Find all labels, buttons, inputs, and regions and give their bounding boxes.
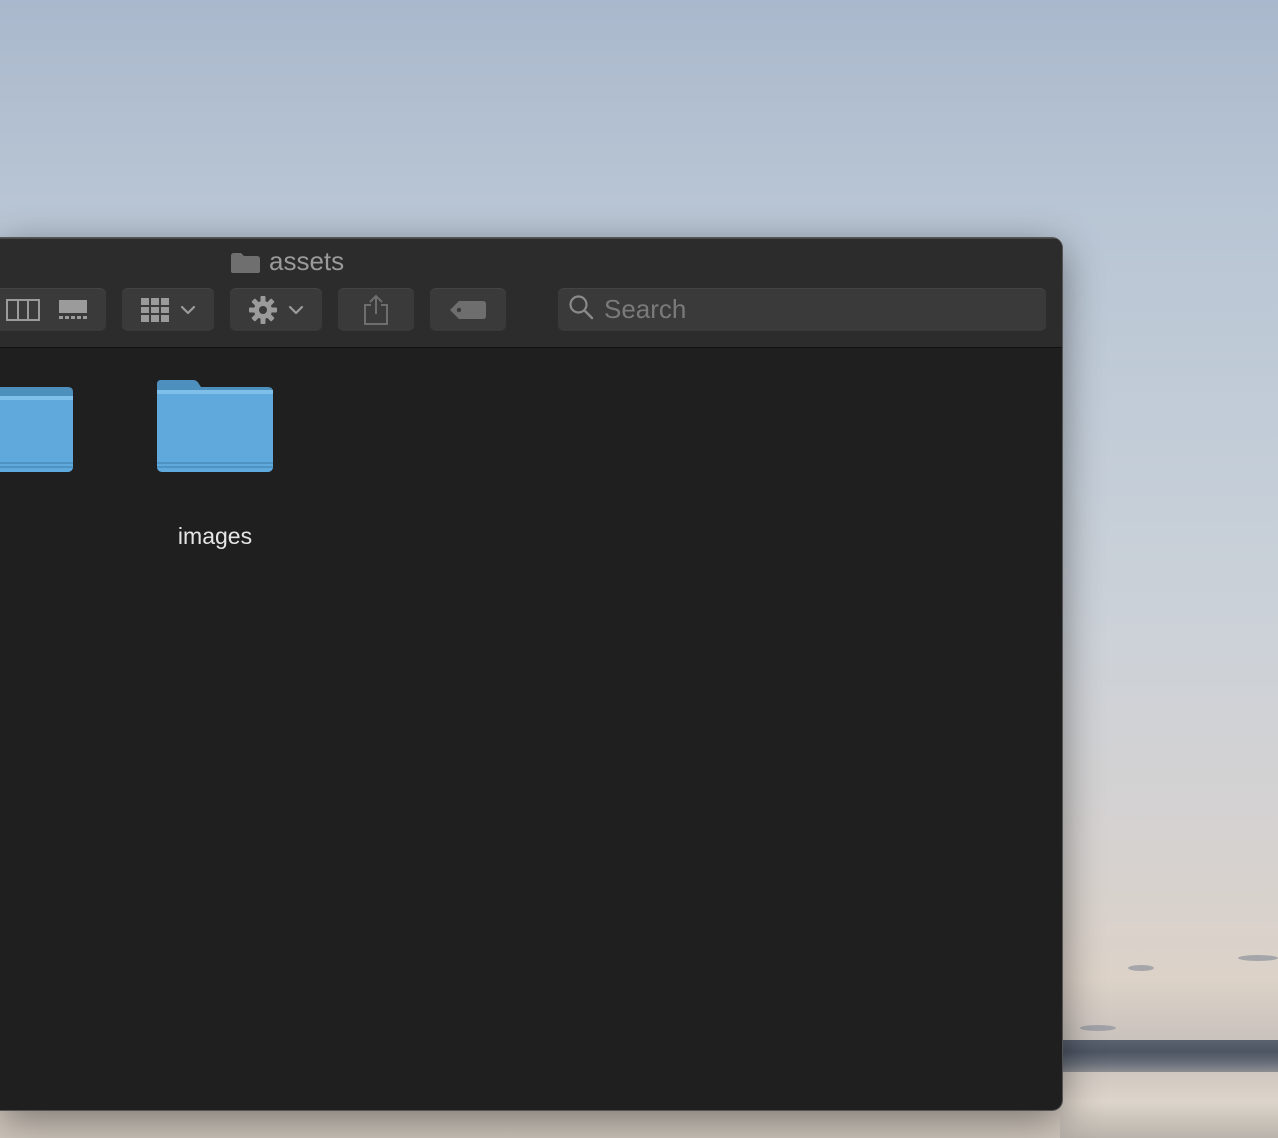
folder-icon xyxy=(230,250,261,273)
group-by-icon xyxy=(140,297,170,323)
chevron-down-icon xyxy=(180,305,196,315)
tag-icon xyxy=(449,300,487,320)
desktop-shoreline xyxy=(1060,1040,1278,1072)
file-grid: s images xyxy=(0,348,1062,1110)
folder-item[interactable]: s xyxy=(0,378,90,550)
desktop-cloud xyxy=(1238,955,1278,961)
search-input[interactable] xyxy=(602,293,1026,326)
tags-button[interactable] xyxy=(430,288,506,331)
gear-icon xyxy=(248,295,278,325)
desktop-cloud xyxy=(1080,1025,1116,1031)
share-button[interactable] xyxy=(338,288,414,331)
chevron-down-icon xyxy=(288,305,304,315)
window-title: assets xyxy=(230,246,344,276)
folder-name: images xyxy=(177,523,253,549)
finder-window: assets Search images xyxy=(0,238,1062,1110)
desktop-cloud xyxy=(1128,965,1154,971)
group-by-button[interactable] xyxy=(122,288,214,331)
action-menu-button[interactable] xyxy=(230,288,322,331)
folder-icon xyxy=(155,378,275,479)
folder-item[interactable]: images xyxy=(140,378,290,550)
share-icon xyxy=(363,294,389,326)
window-title-text: assets xyxy=(269,245,345,276)
desktop-water xyxy=(1060,1072,1278,1138)
view-mode-segment xyxy=(0,288,106,331)
search-field[interactable] xyxy=(558,288,1046,331)
columns-view-icon[interactable] xyxy=(6,298,40,321)
gallery-view-icon[interactable] xyxy=(58,299,88,321)
toolbar: assets xyxy=(0,238,1062,348)
folder-icon xyxy=(0,378,75,479)
search-icon xyxy=(568,294,594,325)
